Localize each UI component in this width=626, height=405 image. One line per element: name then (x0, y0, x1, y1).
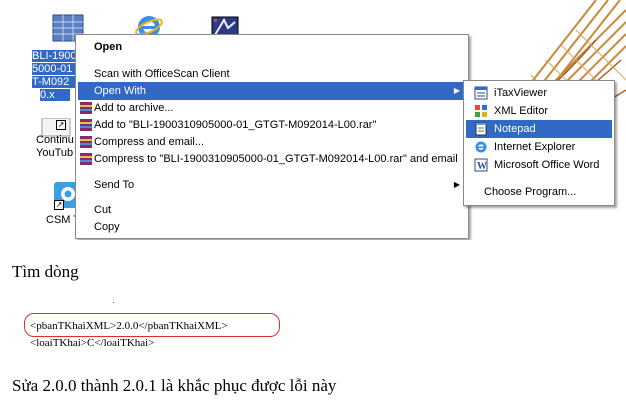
menu-item-cut[interactable]: Cut (78, 201, 466, 219)
menu-item-compress-and-email[interactable]: Compress and email... (78, 133, 466, 151)
menu-item-label: XML Editor (494, 105, 549, 117)
menu-item-label: Add to "BLI-1900310905000-01_GTGT-M09201… (94, 119, 377, 131)
menu-item-label: Open With (94, 85, 146, 97)
menu-item-open-with[interactable]: Open With ▶ (78, 82, 466, 100)
notepad-icon (475, 122, 487, 136)
menu-item-label: Internet Explorer (494, 141, 576, 153)
submenu-item-notepad[interactable]: Notepad (466, 120, 612, 138)
menu-item-compress-rar-and-email[interactable]: Compress to "BLI-1900310905000-01_GTGT-M… (78, 150, 466, 168)
winrar-icon (80, 136, 92, 148)
open-with-submenu: iTaxViewer XML Editor Notepad Internet E… (463, 80, 615, 206)
menu-separator (466, 178, 612, 179)
submenu-arrow-icon: ▶ (453, 180, 460, 189)
submenu-item-microsoft-word[interactable]: W Microsoft Office Word (466, 156, 612, 174)
desktop-icon-csm[interactable]: ↗ CSM T (40, 180, 82, 230)
menu-item-label: Copy (94, 221, 120, 233)
menu-item-scan-officescan[interactable]: Scan with OfficeScan Client (78, 65, 466, 83)
winrar-icon (80, 153, 92, 165)
desktop-icon-continue-youtube[interactable]: ↗ Continu YouTub (20, 118, 80, 166)
menu-item-label: Add to archive... (94, 102, 174, 114)
menu-separator (78, 173, 466, 174)
menu-item-add-to-archive[interactable]: Add to archive... (78, 99, 466, 117)
itaxviewer-icon (474, 86, 488, 100)
menu-item-label: Cut (94, 204, 112, 216)
submenu-item-xml-editor[interactable]: XML Editor (466, 102, 612, 120)
menu-item-label: Send To (94, 179, 135, 191)
fix-line-text: Sửa 2.0.0 thành 2.0.1 là khắc phục được … (12, 376, 337, 395)
code-line-type: <loaiTKhai>C</loaiTKhai> (30, 337, 155, 349)
menu-item-label: Notepad (494, 123, 536, 135)
menu-item-label: Choose Program... (484, 186, 577, 198)
icon-label-line: YouTub (36, 147, 74, 159)
find-line-text: Tìm dòng (12, 262, 79, 281)
xml-editor-icon (475, 105, 487, 117)
menu-item-label: Microsoft Office Word (494, 159, 600, 171)
shortcut-arrow-icon: ↗ (56, 120, 66, 130)
winrar-icon (80, 102, 92, 114)
menu-separator (78, 198, 466, 199)
internet-explorer-icon (475, 141, 487, 153)
menu-item-open[interactable]: Open (78, 38, 466, 56)
code-line-version: <pbanTKhaiXML>2.0.0</pbanTKhaiXML> (30, 320, 228, 332)
submenu-item-itaxviewer[interactable]: iTaxViewer (466, 84, 612, 102)
menu-item-label: Scan with OfficeScan Client (94, 68, 230, 80)
menu-separator (78, 61, 466, 62)
icon-label-line: Continu (36, 134, 74, 146)
stray-dot (113, 302, 114, 303)
icon-label-line: 0.x (40, 89, 70, 101)
submenu-item-internet-explorer[interactable]: Internet Explorer (466, 138, 612, 156)
desktop: BLI-1900 5000-01 T-M092 0.x ↗ Continu Yo… (0, 0, 626, 240)
menu-item-send-to[interactable]: Send To ▶ (78, 176, 466, 194)
winrar-icon (80, 119, 92, 131)
submenu-arrow-icon: ▶ (453, 86, 460, 95)
menu-item-label: Compress and email... (94, 136, 205, 148)
menu-item-label: iTaxViewer (494, 87, 547, 99)
menu-item-label: Open (94, 41, 123, 53)
shortcut-arrow-icon: ↗ (54, 200, 64, 210)
microsoft-word-icon: W (474, 158, 488, 172)
context-menu: Open Scan with OfficeScan Client Open Wi… (75, 34, 469, 239)
menu-item-add-to-rar[interactable]: Add to "BLI-1900310905000-01_GTGT-M09201… (78, 116, 466, 134)
menu-item-copy[interactable]: Copy (78, 218, 466, 236)
submenu-item-choose-program[interactable]: Choose Program... (466, 183, 612, 201)
svg-text:W: W (477, 161, 487, 172)
menu-item-label: Compress to "BLI-1900310905000-01_GTGT-M… (94, 153, 458, 165)
